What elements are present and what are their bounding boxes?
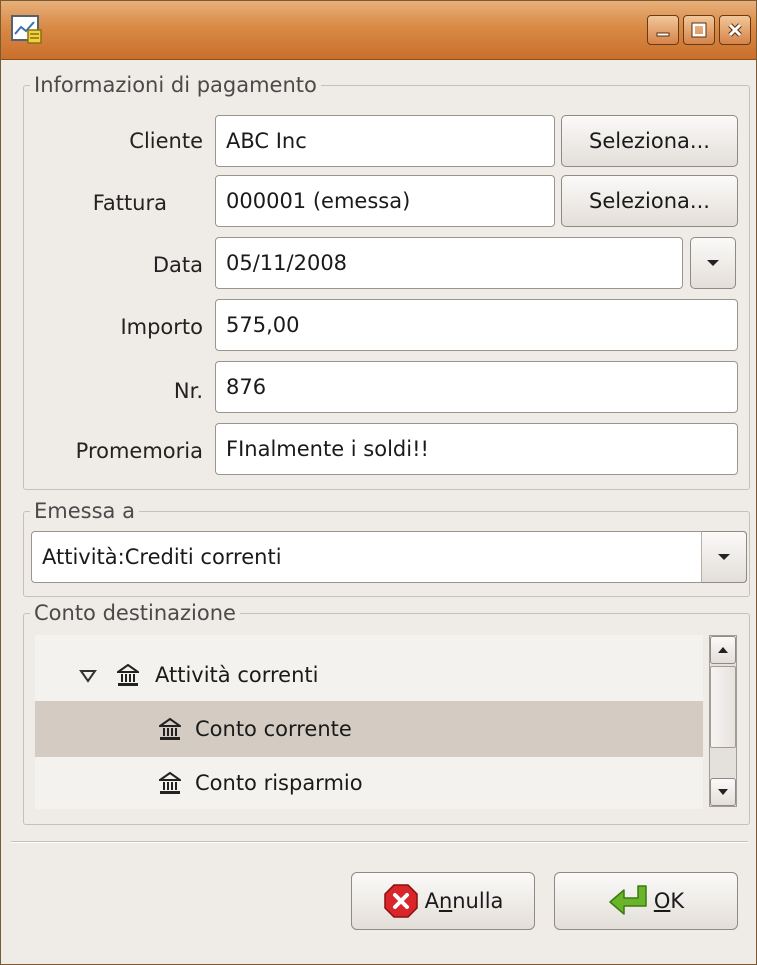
tree-row[interactable]: Attività correnti xyxy=(35,647,703,703)
date-dropdown-button[interactable] xyxy=(690,237,736,289)
invoice-field[interactable]: 000001 (emessa) xyxy=(215,175,555,227)
tree-item-label: Conto corrente xyxy=(195,717,352,741)
payment-info-legend: Informazioni di pagamento xyxy=(30,70,321,100)
close-button[interactable] xyxy=(719,15,751,45)
chevron-up-icon xyxy=(718,647,728,653)
tree-item-label: Conto risparmio xyxy=(195,771,363,795)
minimize-icon xyxy=(656,32,670,37)
select-customer-label: Seleziona... xyxy=(589,129,710,153)
select-invoice-label: Seleziona... xyxy=(589,189,710,213)
posted-to-dropdown-button[interactable] xyxy=(701,531,747,583)
amount-field[interactable]: 575,00 xyxy=(215,299,738,351)
transfer-account-legend: Conto destinazione xyxy=(30,598,240,628)
expander-triangle-icon[interactable] xyxy=(79,669,97,683)
title-bar[interactable] xyxy=(1,1,756,60)
customer-label: Cliente xyxy=(129,129,203,153)
minimize-button[interactable] xyxy=(647,15,679,45)
tree-scrollbar[interactable] xyxy=(709,635,737,807)
bank-icon xyxy=(117,663,139,686)
date-field[interactable]: 05/11/2008 xyxy=(215,237,683,289)
memo-label: Promemoria xyxy=(75,439,203,463)
customer-field[interactable]: ABC Inc xyxy=(215,115,555,167)
payment-dialog: Informazioni di pagamento Cliente ABC In… xyxy=(0,0,757,965)
invoice-label: Fattura xyxy=(92,191,167,215)
posted-to-value: Attività:Crediti correnti xyxy=(42,545,282,569)
posted-to-combo[interactable]: Attività:Crediti correnti xyxy=(31,531,747,583)
account-tree[interactable]: Attività correnti Conto corrente Conto r… xyxy=(35,635,703,809)
bank-icon xyxy=(159,717,181,740)
date-label: Data xyxy=(152,253,203,277)
number-field[interactable]: 876 xyxy=(215,361,738,413)
posted-to-legend: Emessa a xyxy=(30,496,139,526)
scroll-thumb[interactable] xyxy=(710,666,736,748)
amount-label: Importo xyxy=(120,315,203,339)
ok-label: OK xyxy=(653,889,685,913)
separator xyxy=(11,841,748,843)
maximize-button[interactable] xyxy=(683,15,715,45)
select-customer-button[interactable]: Seleziona... xyxy=(561,115,738,167)
cancel-label: Annulla xyxy=(424,889,504,913)
tree-row[interactable]: Conto corrente xyxy=(35,701,703,757)
report-icon[interactable] xyxy=(11,15,43,45)
ok-button[interactable]: OK xyxy=(554,872,738,930)
cancel-button[interactable]: Annulla xyxy=(351,872,535,930)
chevron-down-icon xyxy=(718,789,728,795)
maximize-icon xyxy=(691,22,707,38)
cancel-icon xyxy=(383,884,418,918)
number-label: Nr. xyxy=(173,379,203,403)
tree-item-label: Attività correnti xyxy=(155,663,319,687)
select-invoice-button[interactable]: Seleziona... xyxy=(561,175,738,227)
bank-icon xyxy=(159,771,181,794)
close-icon xyxy=(728,23,742,37)
chevron-down-icon xyxy=(718,554,730,560)
scroll-up-button[interactable] xyxy=(710,636,736,664)
chevron-down-icon xyxy=(707,260,719,266)
tree-row[interactable]: Conto risparmio xyxy=(35,755,703,809)
scroll-down-button[interactable] xyxy=(710,778,736,806)
enter-arrow-icon xyxy=(609,885,647,915)
memo-field[interactable]: FInalmente i soldi!! xyxy=(215,423,738,475)
